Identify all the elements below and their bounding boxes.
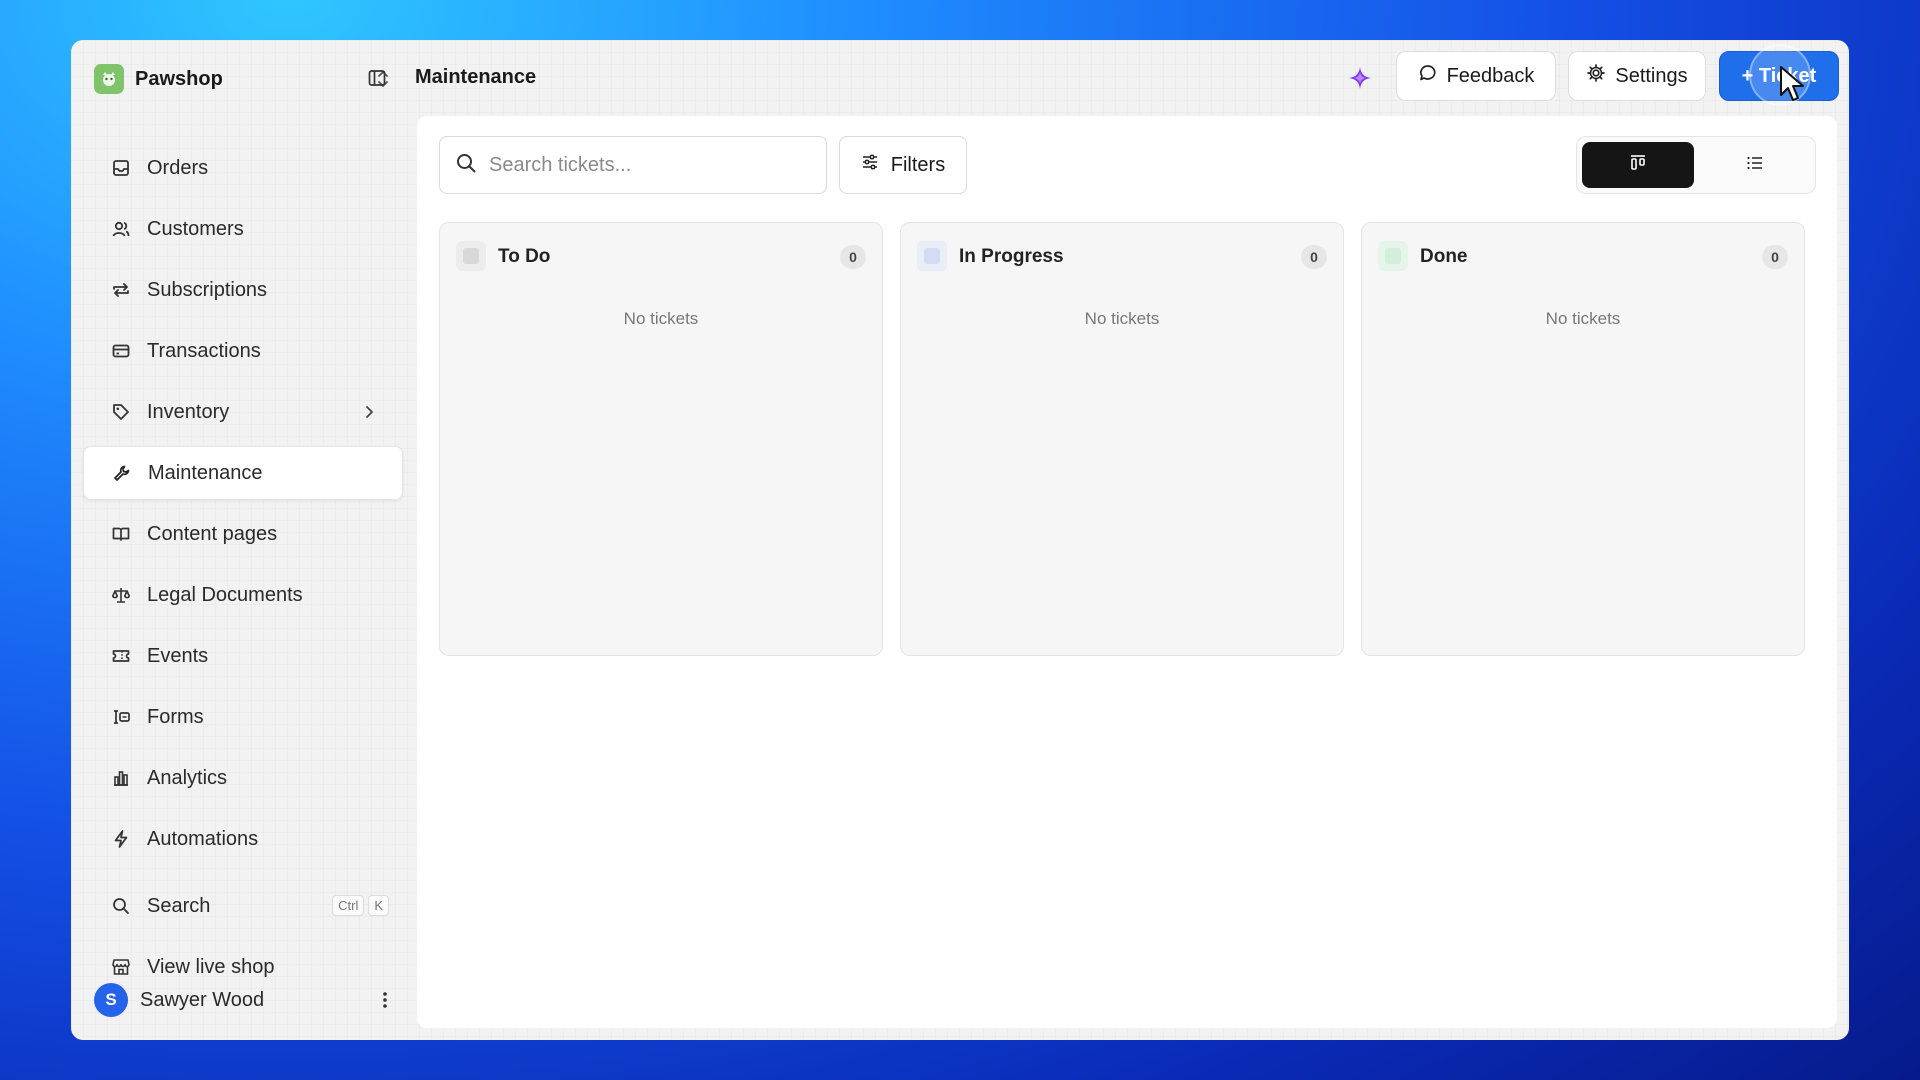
add-ticket-button[interactable]: + Ticket bbox=[1719, 51, 1839, 101]
sidebar-item-label: Legal Documents bbox=[147, 583, 303, 606]
sidebar-item-label: Content pages bbox=[147, 522, 278, 545]
board-view-button[interactable] bbox=[1582, 142, 1694, 188]
sidebar-item-label: Events bbox=[147, 644, 209, 667]
scale-icon bbox=[110, 584, 132, 606]
add-ticket-label: + Ticket bbox=[1741, 64, 1817, 87]
view-toggle bbox=[1576, 136, 1816, 194]
storefront-icon bbox=[110, 956, 132, 978]
book-icon bbox=[110, 523, 132, 545]
more-vertical-icon[interactable] bbox=[374, 988, 396, 1012]
column-color-swatch bbox=[917, 241, 947, 271]
sidebar-search-label: Search bbox=[147, 894, 211, 917]
ticket-icon bbox=[110, 645, 132, 667]
search-tickets-field[interactable] bbox=[439, 136, 827, 194]
feedback-button[interactable]: Feedback bbox=[1396, 51, 1556, 101]
sidebar: Pawshop Orders Customers Subscriptions T… bbox=[71, 40, 416, 1040]
sidebar-toggle-icon[interactable] bbox=[364, 65, 390, 91]
sidebar-item-label: Inventory bbox=[147, 400, 230, 423]
filters-label: Filters bbox=[890, 153, 946, 176]
sidebar-item-label: Subscriptions bbox=[147, 278, 268, 301]
users-icon bbox=[110, 218, 132, 240]
column-count-badge: 0 bbox=[840, 245, 866, 269]
store-switcher[interactable]: Pawshop bbox=[94, 62, 394, 96]
repeat-icon bbox=[110, 279, 132, 301]
column-title: To Do bbox=[498, 246, 551, 267]
credit-card-icon bbox=[110, 340, 132, 362]
sidebar-item-customers[interactable]: Customers bbox=[83, 202, 403, 256]
board-column-in-progress: In Progress 0 No tickets bbox=[900, 222, 1344, 656]
column-color-swatch bbox=[1378, 241, 1408, 271]
sidebar-item-label: Orders bbox=[147, 156, 209, 179]
sidebar-item-analytics[interactable]: Analytics bbox=[83, 751, 403, 805]
feedback-label: Feedback bbox=[1446, 64, 1535, 87]
board-column-todo: To Do 0 No tickets bbox=[439, 222, 883, 656]
gear-icon bbox=[1586, 63, 1606, 89]
sidebar-item-subscriptions[interactable]: Subscriptions bbox=[83, 263, 403, 317]
pawshop-logo-icon bbox=[94, 64, 124, 94]
search-icon bbox=[455, 152, 477, 179]
kbd-k: K bbox=[368, 895, 389, 916]
chat-bubble-icon bbox=[1418, 63, 1438, 89]
board-column-done: Done 0 No tickets bbox=[1361, 222, 1805, 656]
store-name: Pawshop bbox=[135, 67, 223, 90]
sidebar-item-automations[interactable]: Automations bbox=[83, 812, 403, 866]
sidebar-search[interactable]: Search Ctrl K bbox=[83, 879, 403, 933]
sliders-icon bbox=[861, 153, 879, 177]
column-color-swatch bbox=[456, 241, 486, 271]
sidebar-item-label: Maintenance bbox=[148, 461, 263, 484]
sidebar-item-inventory[interactable]: Inventory bbox=[83, 385, 403, 439]
column-empty-text: No tickets bbox=[623, 309, 699, 328]
sidebar-item-transactions[interactable]: Transactions bbox=[83, 324, 403, 378]
bar-chart-icon bbox=[110, 767, 132, 789]
sidebar-item-label: Forms bbox=[147, 705, 204, 728]
filters-button[interactable]: Filters bbox=[839, 136, 967, 194]
sidebar-item-events[interactable]: Events bbox=[83, 629, 403, 683]
chevron-right-icon[interactable] bbox=[359, 402, 379, 422]
ai-sparkle-icon[interactable] bbox=[1344, 62, 1376, 94]
inbox-icon bbox=[110, 157, 132, 179]
main-panel: Filters To Do 0 No tickets In Progress 0… bbox=[417, 116, 1837, 1028]
avatar: S bbox=[94, 983, 128, 1017]
column-count-badge: 0 bbox=[1762, 245, 1788, 269]
kbd-ctrl: Ctrl bbox=[332, 895, 365, 916]
view-live-shop-label: View live shop bbox=[147, 955, 275, 978]
sidebar-item-label: Transactions bbox=[147, 339, 261, 362]
tag-icon bbox=[110, 401, 132, 423]
sidebar-item-label: Customers bbox=[147, 217, 244, 240]
search-shortcut: Ctrl K bbox=[332, 895, 389, 916]
search-tickets-input[interactable] bbox=[489, 153, 809, 177]
user-menu[interactable]: S Sawyer Wood bbox=[94, 982, 404, 1018]
search-icon bbox=[110, 895, 132, 917]
column-empty-text: No tickets bbox=[1545, 309, 1621, 328]
column-count-badge: 0 bbox=[1301, 245, 1327, 269]
column-title: Done bbox=[1420, 246, 1468, 267]
settings-button[interactable]: Settings bbox=[1568, 51, 1706, 101]
sidebar-item-content-pages[interactable]: Content pages bbox=[83, 507, 403, 561]
form-icon bbox=[110, 706, 132, 728]
sidebar-item-forms[interactable]: Forms bbox=[83, 690, 403, 744]
column-empty-text: No tickets bbox=[1084, 309, 1160, 328]
column-title: In Progress bbox=[959, 246, 1064, 267]
sidebar-item-orders[interactable]: Orders bbox=[83, 141, 403, 195]
kanban-icon bbox=[1628, 153, 1648, 178]
list-icon bbox=[1745, 153, 1765, 178]
user-name: Sawyer Wood bbox=[140, 988, 265, 1011]
wrench-icon bbox=[111, 462, 133, 484]
bolt-icon bbox=[110, 828, 132, 850]
sidebar-item-maintenance[interactable]: Maintenance bbox=[83, 446, 403, 500]
sidebar-item-label: Automations bbox=[147, 827, 259, 850]
sidebar-item-label: Analytics bbox=[147, 766, 228, 789]
app-window: Pawshop Orders Customers Subscriptions T… bbox=[71, 40, 1849, 1040]
sidebar-item-legal-documents[interactable]: Legal Documents bbox=[83, 568, 403, 622]
page-title: Maintenance bbox=[415, 66, 537, 88]
list-view-button[interactable] bbox=[1699, 142, 1811, 188]
settings-label: Settings bbox=[1615, 64, 1688, 87]
